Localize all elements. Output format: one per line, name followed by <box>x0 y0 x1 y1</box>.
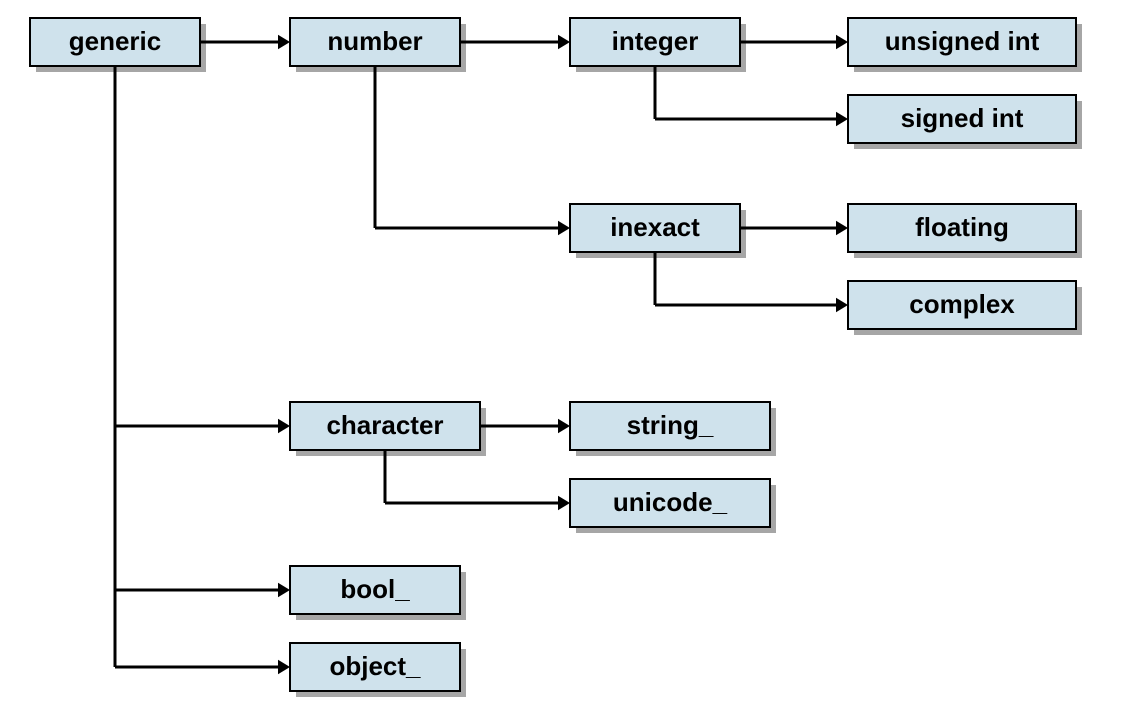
node-unsigned-int: unsigned int <box>848 18 1082 72</box>
edge-generic-to-character <box>115 66 278 426</box>
node-unicode-: unicode_ <box>570 479 776 533</box>
arrowhead-icon <box>278 35 290 49</box>
node-label-object-: object_ <box>329 651 421 681</box>
node-label-signed-int: signed int <box>901 103 1024 133</box>
arrowhead-icon <box>836 298 848 312</box>
edge-inexact-to-complex <box>655 252 836 305</box>
node-label-inexact: inexact <box>610 212 700 242</box>
arrowhead-icon <box>278 419 290 433</box>
arrowhead-icon <box>558 35 570 49</box>
node-character: character <box>290 402 486 456</box>
node-string-: string_ <box>570 402 776 456</box>
node-label-character: character <box>326 410 443 440</box>
node-label-generic: generic <box>69 26 162 56</box>
node-generic: generic <box>30 18 206 72</box>
node-bool-: bool_ <box>290 566 466 620</box>
node-integer: integer <box>570 18 746 72</box>
arrowhead-icon <box>278 583 290 597</box>
node-number: number <box>290 18 466 72</box>
edges-layer <box>115 35 848 674</box>
edge-number-to-inexact <box>375 66 558 228</box>
arrowhead-icon <box>278 660 290 674</box>
node-label-integer: integer <box>612 26 699 56</box>
node-label-number: number <box>327 26 422 56</box>
edge-generic-to-bool- <box>115 66 278 590</box>
node-object-: object_ <box>290 643 466 697</box>
node-label-string-: string_ <box>627 410 714 440</box>
arrowhead-icon <box>836 35 848 49</box>
edge-integer-to-signed-int <box>655 66 836 119</box>
arrowhead-icon <box>558 496 570 510</box>
node-label-floating: floating <box>915 212 1009 242</box>
node-signed-int: signed int <box>848 95 1082 149</box>
node-label-unsigned-int: unsigned int <box>885 26 1040 56</box>
type-hierarchy-diagram: generic number integer unsigned int signed i… <box>0 0 1136 713</box>
node-floating: floating <box>848 204 1082 258</box>
node-complex: complex <box>848 281 1082 335</box>
edge-generic-to-object- <box>115 66 278 667</box>
node-inexact: inexact <box>570 204 746 258</box>
node-label-complex: complex <box>909 289 1015 319</box>
node-label-unicode-: unicode_ <box>613 487 728 517</box>
arrowhead-icon <box>836 112 848 126</box>
arrowhead-icon <box>558 419 570 433</box>
edge-character-to-unicode- <box>385 450 558 503</box>
nodes-layer: generic number integer unsigned int signed i… <box>30 18 1082 697</box>
arrowhead-icon <box>558 221 570 235</box>
arrowhead-icon <box>836 221 848 235</box>
node-label-bool-: bool_ <box>340 574 410 604</box>
